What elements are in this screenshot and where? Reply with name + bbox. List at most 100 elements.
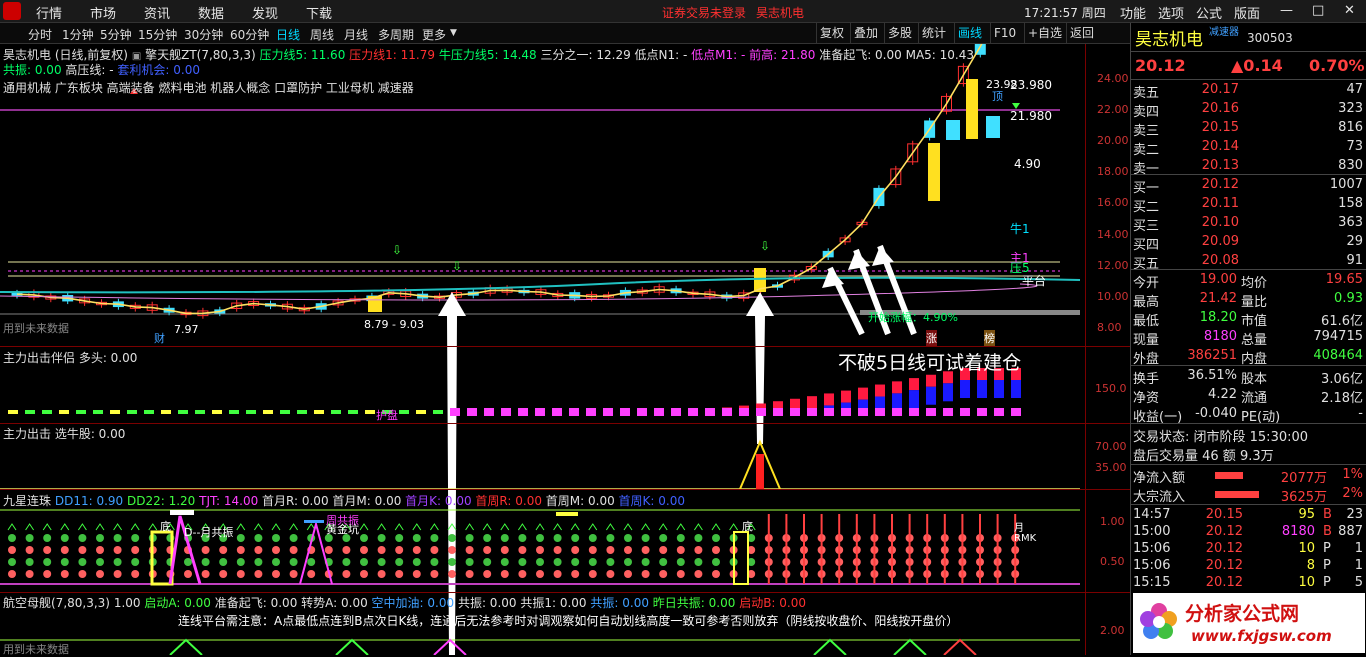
panel4-title[interactable]: 航空母舰(7,80,3,3) [3,596,110,610]
stock-name: 昊志机电 [1135,25,1203,50]
bead [694,546,702,554]
tab-5min[interactable]: 5分钟 [100,26,132,43]
bid-price: 20.12 [1191,177,1239,192]
chevron-down-icon[interactable]: ▼ [450,28,457,38]
chart-subtitle: 共振: 0.00 高压线: - 套利机会: 0.00 [3,61,200,78]
back-button[interactable]: 返回 [1066,23,1097,43]
panel2-title[interactable]: 主力出击 选牛股: 0.00 [3,425,125,442]
tab-60min[interactable]: 60分钟 [230,26,269,43]
panel3-title[interactable]: 九星连珠 [3,494,51,508]
stat-row: 今开19.00均价19.65 [1131,271,1366,290]
ask-level: 卖四 [1133,101,1159,120]
bead [360,570,368,578]
tab-15min[interactable]: 15分钟 [138,26,177,43]
menu-item-gongneng[interactable]: 功能 [1120,3,1146,22]
bead [290,570,298,578]
bid-level: 买一 [1133,177,1159,196]
minimize-icon[interactable]: — [1280,3,1293,18]
bead [114,534,122,542]
bead [395,570,403,578]
volume-bar-pink [603,408,613,416]
bead-cap [254,524,262,530]
bead [96,570,104,578]
menu-item-gongshi[interactable]: 公式 [1196,3,1222,22]
bead [26,534,34,542]
indicator-name[interactable]: 擎天舰ZT(7,80,3,3) [145,48,256,62]
flow-pct: 2% [1331,486,1363,501]
ask-volume: 830 [1311,158,1363,173]
volume-bar [365,410,375,414]
bead [694,570,702,578]
menu-item-banmian[interactable]: 版面 [1234,3,1260,22]
indicator-value: 首周R: 0.00 [475,494,545,508]
menu-item-shichang[interactable]: 市场 [90,3,116,22]
bead [78,534,86,542]
stat-label: 净资 [1133,387,1159,406]
stats-button[interactable]: 统计 [918,23,949,43]
tab-multi-period[interactable]: 多周期 [378,26,414,43]
bead [26,558,34,566]
bead [554,534,562,542]
close-icon[interactable]: ✕ [1344,3,1355,18]
stat-row: 换手36.51%股本3.06亿 [1131,367,1366,386]
menu-item-xiazai[interactable]: 下载 [306,3,332,22]
bead [677,534,685,542]
panel-divider[interactable] [0,423,1130,424]
tab-daily[interactable]: 日线 [276,26,300,43]
yellow-marker [556,512,578,516]
bid-level: 买四 [1133,234,1159,253]
volume-bar-pink [756,408,766,416]
price-tick: 8.00 [1097,321,1122,334]
tab-weekly[interactable]: 周线 [310,26,334,43]
add-watchlist-button[interactable]: +自选 [1024,23,1065,43]
indicator-value: 高压线: - [65,63,117,77]
stat-row: 最高21.42量比0.93 [1131,290,1366,309]
bid-price: 20.11 [1191,196,1239,211]
bead [518,570,526,578]
panel-divider[interactable] [0,592,1130,593]
price-tick: 16.00 [1097,196,1129,209]
indicator-value: TJT: 14.00 [199,494,262,508]
panel-divider[interactable] [0,489,1130,490]
tab-more[interactable]: 更多 [422,26,446,43]
bead [536,570,544,578]
tab-1min[interactable]: 1分钟 [62,26,94,43]
login-notice[interactable]: 证券交易未登录 [662,4,746,21]
volume-bar [8,410,18,414]
menu-item-faxian[interactable]: 发现 [252,3,278,22]
tick-count: 1 [1337,558,1363,573]
draw-line-button[interactable]: 画线 [954,23,985,43]
volume-bar-pink [943,408,953,416]
menu-item-xuanxiang[interactable]: 选项 [1158,3,1184,22]
tab-fenshi[interactable]: 分时 [28,26,52,43]
bead [131,570,139,578]
period-toolbar: 分时 1分钟 5分钟 15分钟 30分钟 60分钟 日线 周线 月线 多周期 更… [0,23,1130,44]
panel2-bar [756,454,764,489]
f10-button[interactable]: F10 [990,23,1019,43]
menu-item-shuju[interactable]: 数据 [198,3,224,22]
menu-item-zixun[interactable]: 资讯 [144,3,170,22]
bead [378,534,386,542]
overlay-button[interactable]: 叠加 [850,23,881,43]
panel3-values: DD11: 0.90 DD22: 1.20 TJT: 14.00 首月R: 0.… [55,494,685,508]
indicator-value: 启动B: 0.00 [739,596,806,610]
maximize-icon[interactable]: □ [1312,3,1324,18]
highlight-candle [966,79,978,139]
tab-monthly[interactable]: 月线 [344,26,368,43]
tab-30min[interactable]: 30分钟 [184,26,223,43]
tick-count: 23 [1337,507,1363,522]
bead [272,558,280,566]
panel4-header: 航空母舰(7,80,3,3) 1.00 启动A: 0.00 准备起飞: 0.00… [3,594,806,611]
panel1-title[interactable]: 主力出击伴侣 多头: 0.00 [3,349,137,366]
multi-stock-button[interactable]: 多股 [884,23,915,43]
app-logo[interactable] [3,2,21,20]
panel-divider[interactable] [0,346,1130,347]
bead-cap [730,524,738,530]
bead [483,546,491,554]
menu-item-hangqing[interactable]: 行情 [36,3,62,22]
price-tick: 18.00 [1097,165,1129,178]
bead [8,558,16,566]
fuquan-button[interactable]: 复权 [816,23,847,43]
panel3-axis-05: 0.50 [1100,555,1125,568]
bid-price: 20.09 [1191,234,1239,249]
